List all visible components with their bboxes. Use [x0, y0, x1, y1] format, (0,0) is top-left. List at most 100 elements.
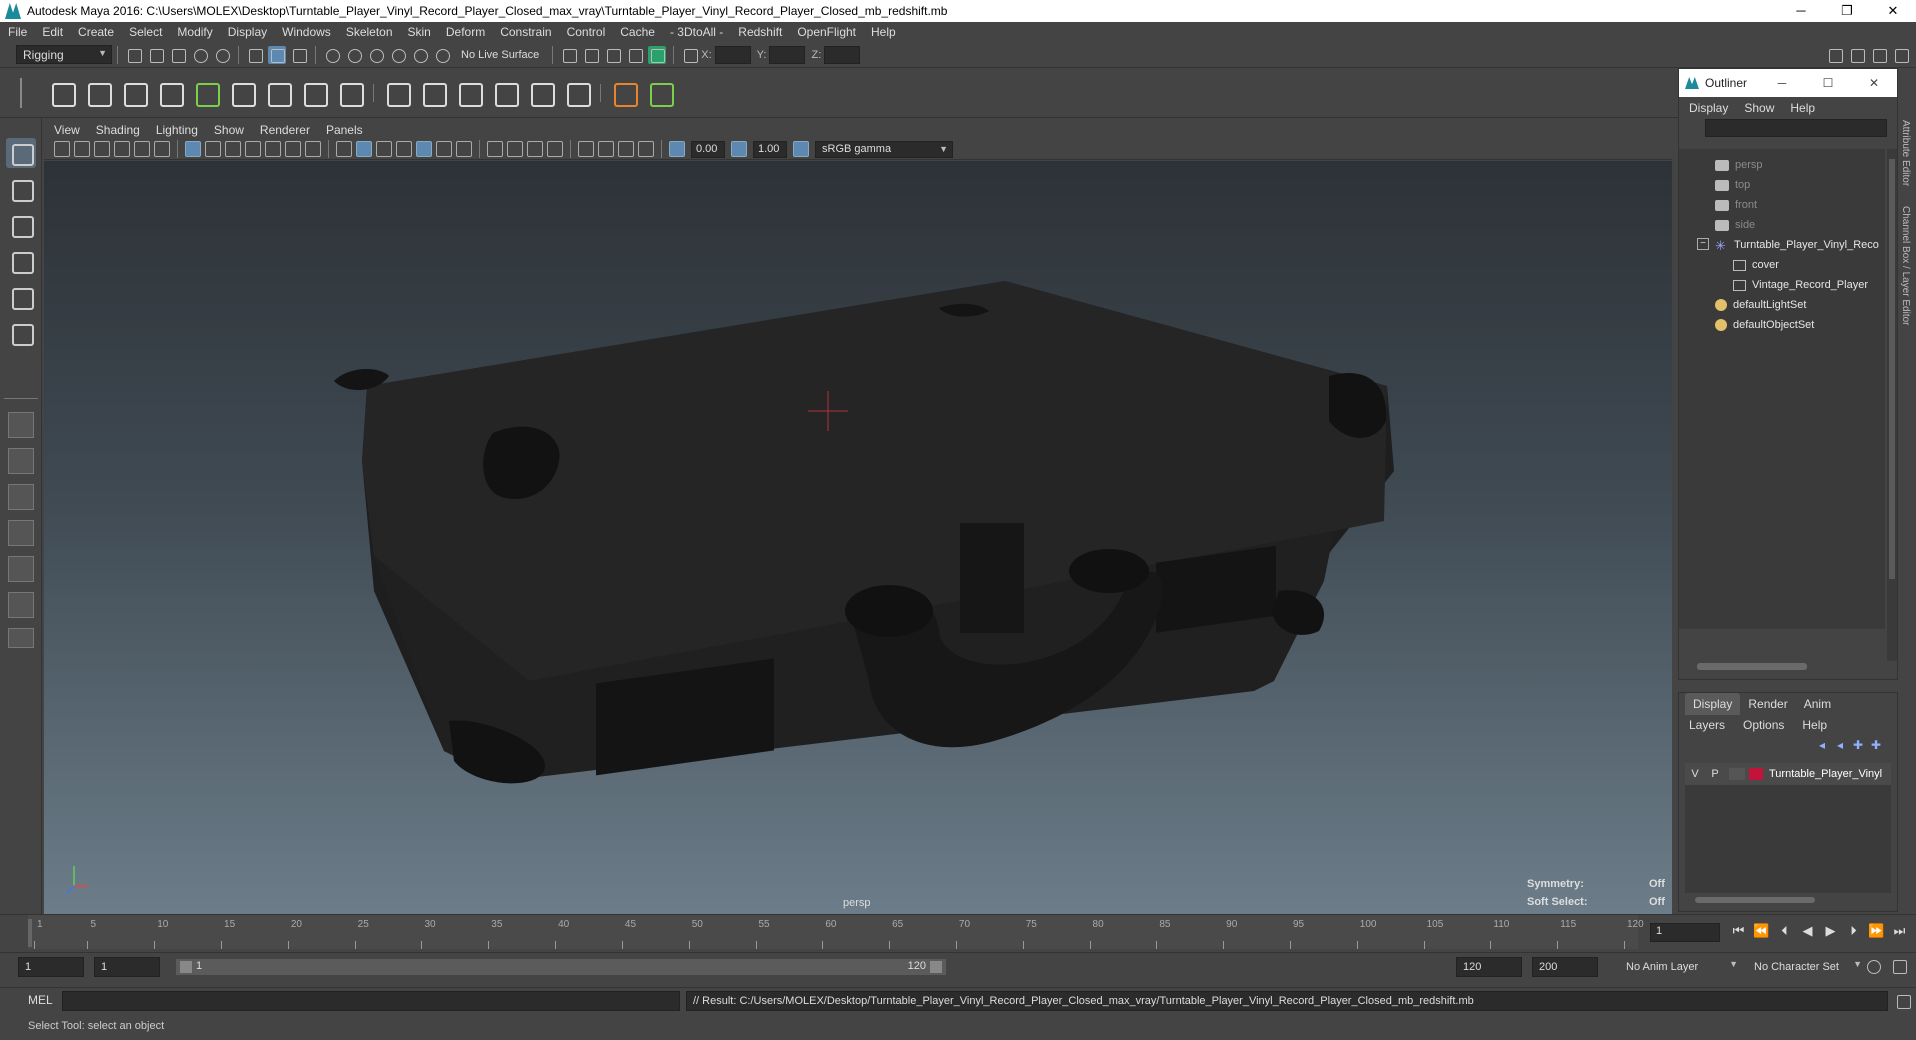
menuset-dropdown[interactable]: Rigging ▼: [16, 45, 112, 64]
close-button[interactable]: ✕: [1851, 69, 1897, 97]
menu-edit[interactable]: Edit: [42, 25, 63, 39]
play-forwards-button[interactable]: ▶: [1819, 923, 1842, 939]
animation-preferences-icon[interactable]: [1890, 957, 1908, 975]
snap-curve-icon[interactable]: [345, 46, 363, 64]
persp-uv-layout-icon[interactable]: [8, 592, 34, 618]
outliner-menu-display[interactable]: Display: [1689, 101, 1728, 115]
gamma-field[interactable]: 1.00: [753, 140, 787, 158]
menu-create[interactable]: Create: [78, 25, 114, 39]
xray-active-icon[interactable]: [618, 141, 634, 157]
layer-visibility-toggle[interactable]: V: [1685, 768, 1705, 780]
range-track[interactable]: 1 120: [176, 959, 946, 975]
command-input[interactable]: [62, 991, 680, 1011]
time-ruler[interactable]: 1 5 10 15 20 25 30 35 40 45 50 55 60 65 70 75 80 85 90 95 10…: [28, 915, 1644, 949]
menu-help[interactable]: Help: [871, 25, 896, 39]
undo-icon[interactable]: [191, 46, 209, 64]
menu-constrain[interactable]: Constrain: [500, 25, 551, 39]
panel-menu-renderer[interactable]: Renderer: [260, 123, 310, 137]
menu-openflight[interactable]: OpenFlight: [797, 25, 856, 39]
select-component-icon[interactable]: [290, 46, 308, 64]
panel-menu-show[interactable]: Show: [214, 123, 244, 137]
lattice-icon[interactable]: [336, 79, 364, 107]
bind-skin-icon[interactable]: [228, 79, 256, 107]
live-surface-label[interactable]: No Live Surface: [461, 49, 539, 61]
camera-attributes-icon[interactable]: [74, 141, 90, 157]
select-object-icon[interactable]: [268, 45, 286, 64]
smooth-shade-icon[interactable]: [356, 141, 372, 157]
menu-3dtoall[interactable]: - 3DtoAll -: [670, 25, 723, 39]
grease-pencil-icon[interactable]: [154, 141, 170, 157]
move-layer-down-icon[interactable]: ◂: [1831, 738, 1849, 752]
tab-attribute-editor[interactable]: Attribute Editor: [1900, 120, 1911, 186]
colorspace-dropdown[interactable]: sRGB gamma ▼: [815, 140, 953, 158]
render-view-icon[interactable]: [560, 46, 578, 64]
tab-channel-box[interactable]: Channel Box / Layer Editor: [1900, 206, 1911, 326]
current-frame-field[interactable]: 1: [1650, 923, 1720, 942]
attribute-editor-icon[interactable]: [1848, 46, 1866, 64]
snap-surface-icon[interactable]: [411, 46, 429, 64]
image-plane-icon[interactable]: [114, 141, 130, 157]
lasso-tool-icon[interactable]: [6, 174, 36, 204]
close-button[interactable]: ✕: [1870, 0, 1916, 22]
set-driven-key-icon[interactable]: [646, 79, 674, 107]
film-gate-icon[interactable]: [205, 141, 221, 157]
persp-hypershade-layout-icon[interactable]: [8, 556, 34, 582]
bookmark-icon[interactable]: [94, 141, 110, 157]
scale-tool-icon[interactable]: [6, 318, 36, 348]
playback-start-field[interactable]: 1: [94, 957, 160, 977]
persp-outliner-layout-icon[interactable]: [8, 484, 34, 510]
step-forward-frame-button[interactable]: ⏵: [1842, 923, 1865, 939]
snap-grid-icon[interactable]: [323, 46, 341, 64]
tab-display[interactable]: Display: [1685, 693, 1741, 715]
modeling-toolkit-icon[interactable]: [1826, 46, 1844, 64]
outliner-menu-show[interactable]: Show: [1744, 101, 1774, 115]
menu-control[interactable]: Control: [567, 25, 606, 39]
scroll-thumb[interactable]: [1889, 159, 1895, 579]
ambient-occlusion-icon[interactable]: [507, 141, 523, 157]
outliner-item[interactable]: side: [1715, 215, 1755, 235]
panel-menu-shading[interactable]: Shading: [96, 123, 140, 137]
animation-start-field[interactable]: 1: [18, 957, 84, 977]
panel-menu-lighting[interactable]: Lighting: [156, 123, 198, 137]
tool-settings-icon[interactable]: [1870, 46, 1888, 64]
open-scene-icon[interactable]: [147, 46, 165, 64]
shelf-options-icon[interactable]: [20, 78, 32, 108]
pole-vector-icon[interactable]: [563, 79, 591, 107]
move-tool-icon[interactable]: [6, 246, 36, 276]
viewport-persp[interactable]: persp Symmetry: Off Soft Select: Off: [44, 161, 1672, 914]
current-time-marker[interactable]: [28, 919, 32, 947]
outliner-filter-input[interactable]: [1705, 119, 1887, 137]
mirror-joint-icon[interactable]: [156, 79, 184, 107]
range-end-handle[interactable]: [930, 961, 942, 973]
render-frame-icon[interactable]: [582, 46, 600, 64]
menu-deform[interactable]: Deform: [446, 25, 485, 39]
menu-modify[interactable]: Modify: [177, 25, 212, 39]
shadows-icon[interactable]: [487, 141, 503, 157]
menu-skeleton[interactable]: Skeleton: [346, 25, 393, 39]
motion-blur-icon[interactable]: [527, 141, 543, 157]
grid-icon[interactable]: [185, 141, 201, 157]
script-language-label[interactable]: MEL: [28, 993, 53, 1007]
layer-color-swatch[interactable]: [1749, 768, 1763, 780]
persp-graph-layout-icon[interactable]: [8, 520, 34, 546]
ik-handle-icon[interactable]: [84, 79, 112, 107]
tab-render[interactable]: Render: [1740, 693, 1795, 715]
menu-cache[interactable]: Cache: [620, 25, 655, 39]
scale-constraint-icon[interactable]: [491, 79, 519, 107]
menu-select[interactable]: Select: [129, 25, 162, 39]
y-field[interactable]: [769, 45, 806, 64]
aim-constraint-icon[interactable]: [419, 79, 447, 107]
four-view-layout-icon[interactable]: [8, 448, 34, 474]
default-material-icon[interactable]: [376, 141, 392, 157]
outliner-item[interactable]: cover: [1733, 255, 1779, 275]
exposure-field[interactable]: 0.00: [691, 140, 725, 158]
select-tool-icon[interactable]: [6, 138, 36, 168]
paint-weights-icon[interactable]: [264, 79, 292, 107]
menu-display[interactable]: Display: [228, 25, 267, 39]
orient-constraint-icon[interactable]: [455, 79, 483, 107]
outliner-item[interactable]: front: [1715, 195, 1757, 215]
snap-point-icon[interactable]: [367, 46, 385, 64]
auto-key-icon[interactable]: [1864, 957, 1882, 975]
time-slider[interactable]: 1 5 10 15 20 25 30 35 40 45 50 55 60 65 70 75 80 85 90 95 10…: [0, 914, 1916, 949]
snap-view-plane-icon[interactable]: [389, 46, 407, 64]
